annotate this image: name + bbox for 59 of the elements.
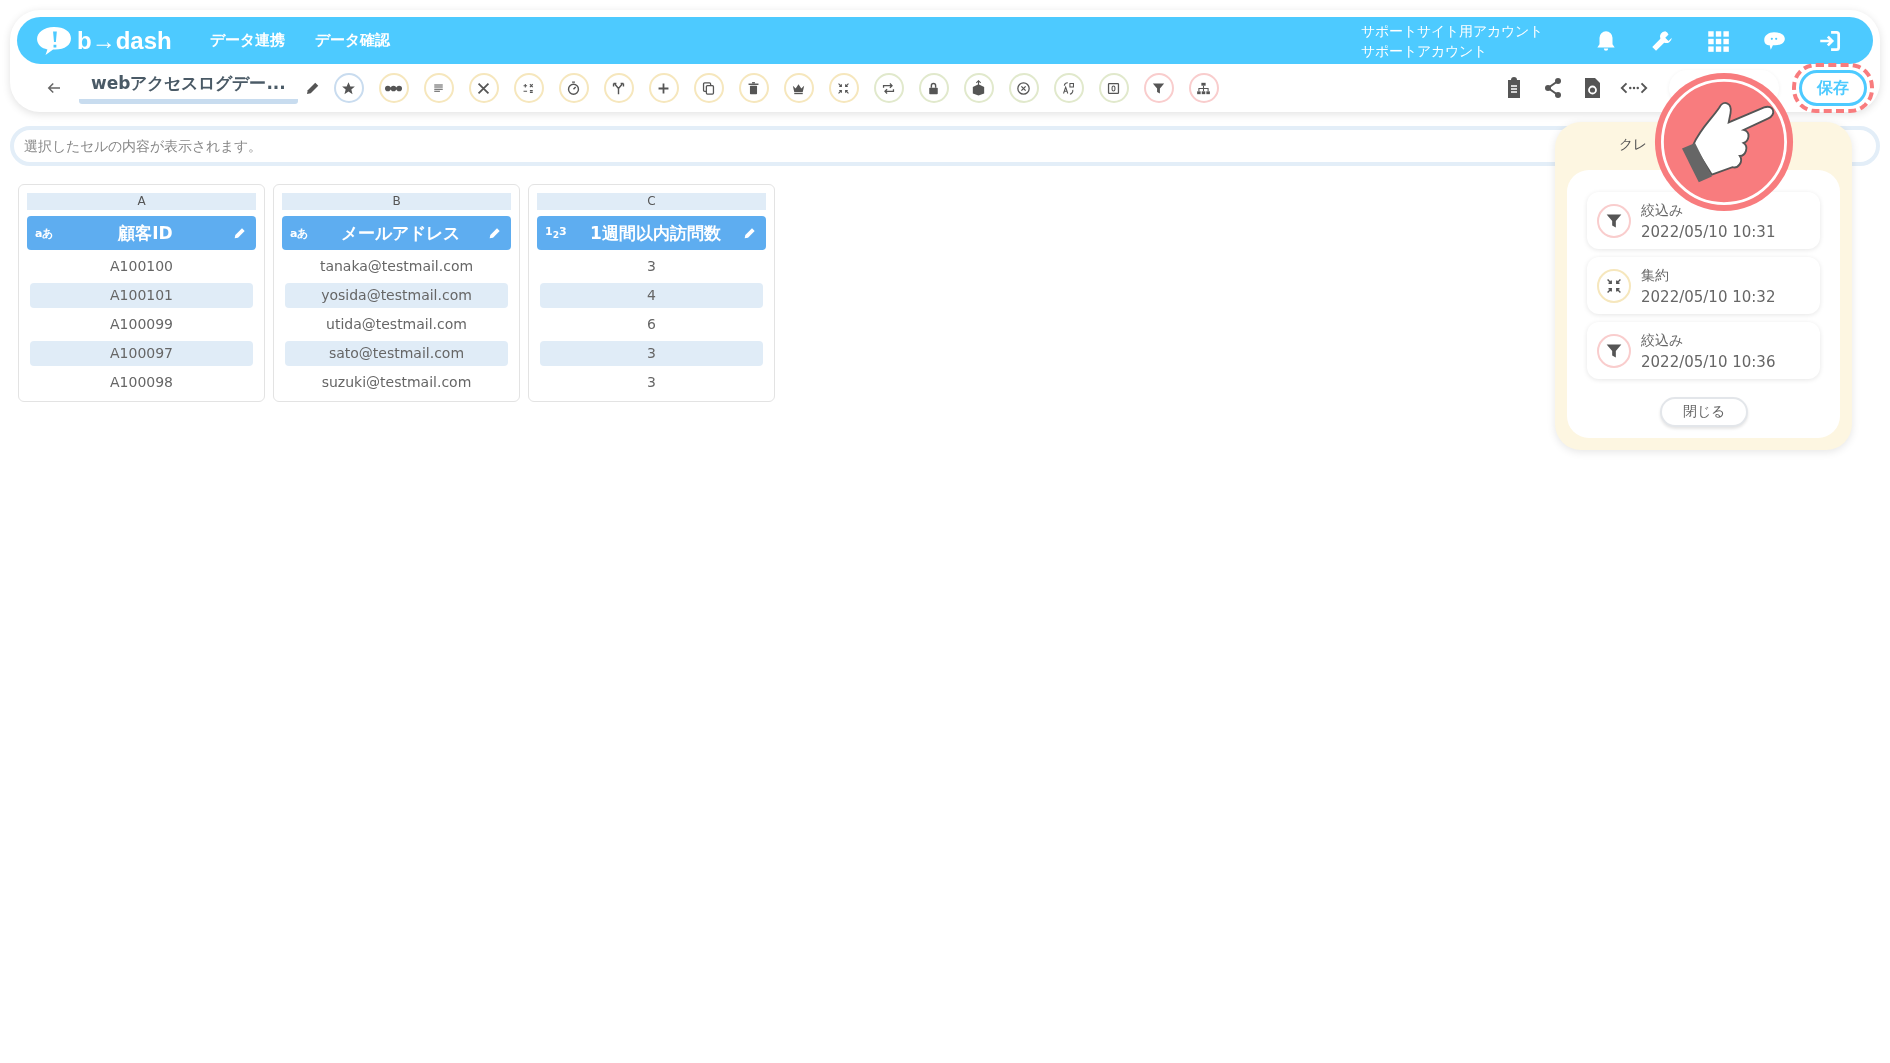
close-circle-icon [1015, 79, 1033, 97]
type-label: aあ [35, 225, 55, 241]
entry-label: 絞込み [1641, 200, 1684, 220]
table-cell[interactable]: A100098 [30, 370, 253, 395]
entry-label: 集約 [1641, 265, 1670, 285]
account-site: サポートサイト用アカウント [1361, 21, 1543, 41]
entry-time: 2022/05/10 10:31 [1641, 221, 1776, 243]
tool-button[interactable] [603, 73, 634, 103]
table-cell[interactable]: 6 [540, 312, 763, 337]
tool-button[interactable] [873, 73, 904, 103]
table-cell[interactable]: 3 [540, 370, 763, 395]
table-cell[interactable]: tanaka@testmail.com [285, 254, 508, 279]
table-cell[interactable]: 3 [540, 341, 763, 366]
entry-time: 2022/05/10 10:32 [1641, 286, 1776, 308]
tool-button[interactable] [828, 73, 859, 103]
table-cell[interactable]: suzuki@testmail.com [285, 370, 508, 395]
tool-button[interactable] [693, 73, 724, 103]
popup-title: クレ [1618, 136, 1648, 154]
column-letter[interactable]: A [27, 193, 256, 210]
tool-button[interactable] [468, 73, 499, 103]
tool-button[interactable] [558, 73, 589, 103]
history-entry[interactable]: 集約 2022/05/10 10:32 [1587, 257, 1820, 314]
type-label: 1$_{2}$3 [545, 225, 568, 241]
column-letter[interactable]: B [282, 193, 511, 210]
tool-button[interactable] [918, 73, 949, 103]
logo-text: b→dash [77, 26, 172, 55]
tool-button[interactable] [1188, 73, 1219, 103]
table-cell[interactable]: utida@testmail.com [285, 312, 508, 337]
history-entry[interactable]: 絞込み 2022/05/10 10:36 [1587, 322, 1820, 379]
tool-button[interactable] [648, 73, 679, 103]
document-title[interactable]: webアクセスログデー... [79, 72, 298, 104]
tool-button[interactable] [333, 73, 364, 103]
tool-button[interactable] [963, 73, 994, 103]
tool-button[interactable] [513, 73, 544, 103]
table-cell[interactable]: A100099 [30, 312, 253, 337]
tool-button[interactable] [1053, 73, 1084, 103]
tool-button[interactable] [1143, 73, 1174, 103]
speech-bubble-icon [35, 24, 73, 57]
tool-button[interactable] [738, 73, 769, 103]
column-name: 1週間以内訪問数 [589, 221, 722, 245]
account-name: サポートアカウント [1361, 41, 1488, 61]
tool-button[interactable] [378, 73, 409, 103]
column-name: メールアドレス [340, 221, 461, 245]
table-cell[interactable]: yosida@testmail.com [285, 283, 508, 308]
entry-time: 2022/05/10 10:36 [1641, 351, 1776, 373]
close-button[interactable]: 閉じる [1659, 397, 1748, 427]
tool-button[interactable] [1008, 73, 1039, 103]
tool-button[interactable] [783, 73, 814, 103]
table-cell[interactable]: A100100 [30, 254, 253, 279]
column-name: 顧客ID [117, 221, 174, 245]
table-cell[interactable]: 4 [540, 283, 763, 308]
entry-label: 絞込み [1641, 330, 1684, 350]
table-cell[interactable]: sato@testmail.com [285, 341, 508, 366]
table-cell[interactable]: 3 [540, 254, 763, 279]
table-cell[interactable]: A100097 [30, 341, 253, 366]
type-label: aあ [290, 225, 310, 241]
tool-button[interactable] [1098, 73, 1129, 103]
column-letter[interactable]: C [537, 193, 766, 210]
table-cell[interactable]: A100101 [30, 283, 253, 308]
